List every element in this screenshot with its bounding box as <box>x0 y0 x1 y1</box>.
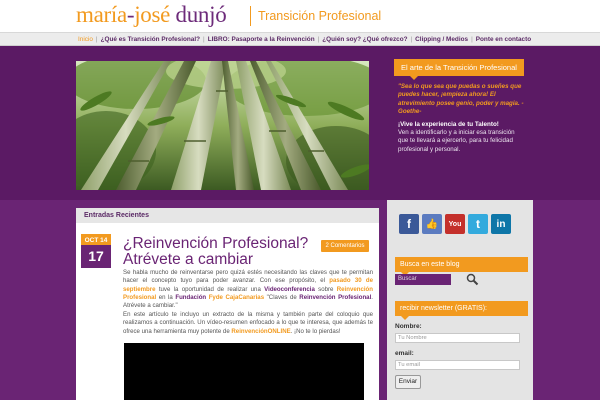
site-logo[interactable]: maría-josé dunjó <box>76 2 227 28</box>
post-date-day: 17 <box>81 245 111 268</box>
para1-fundacion: Fundación <box>175 293 207 301</box>
nav-item-inicio[interactable]: Inicio <box>76 36 95 43</box>
main-nav: Inicio | ¿Qué es Transición Profesional?… <box>0 32 600 46</box>
post-date-badge: OCT 14 17 <box>81 234 111 268</box>
sidebar: f 👍 You t in <box>387 200 533 400</box>
logo-divider <box>250 6 251 26</box>
logo-part-maria: maría <box>76 2 127 27</box>
social-links: f 👍 You t in <box>399 214 511 234</box>
site-header: maría-josé dunjó Transición Profesional <box>0 0 600 32</box>
name-field[interactable]: Tu Nombre <box>395 333 520 343</box>
para2-text: . ¡No te lo pierdas! <box>290 327 341 335</box>
search-input[interactable]: Buscar <box>395 274 451 285</box>
para1-text: en la <box>156 293 176 301</box>
facebook-icon[interactable]: f <box>399 214 419 234</box>
logo-part-jose: josé <box>134 2 171 27</box>
send-button[interactable]: Enviar <box>395 375 421 389</box>
reinvencion-online-link[interactable]: ReinvenciónONLINE <box>231 328 290 335</box>
nav-item-quien-soy[interactable]: ¿Quién soy? ¿Qué ofrezco? <box>320 36 409 43</box>
twitter-icon[interactable]: t <box>468 214 488 234</box>
nav-item-libro[interactable]: LIBRO: Pasaporte a la Reinvención <box>206 36 317 43</box>
recent-entries-bar: Entradas Recientes <box>76 208 379 223</box>
para1-videoconference: Videoconferencia <box>264 285 315 293</box>
hero-bamboo-image <box>76 61 369 190</box>
nav-item-clipping[interactable]: Clipping / Medios <box>413 36 470 43</box>
recent-entries-title: Entradas Recientes <box>84 212 149 219</box>
search-widget-title: Busca en este blog <box>395 257 528 276</box>
para1-text: "Claves de <box>264 293 300 301</box>
comments-button[interactable]: 2 Comentarios <box>321 240 369 252</box>
youtube-icon[interactable]: You <box>445 214 465 234</box>
like-icon[interactable]: 👍 <box>422 214 442 234</box>
post-date-month: OCT 14 <box>84 237 108 244</box>
para1-text: sobre <box>314 285 337 293</box>
tagline-box: El arte de la Transición Profesional "Se… <box>394 59 524 190</box>
nav-item-transicion[interactable]: ¿Qué es Transición Profesional? <box>99 36 202 43</box>
nav-item-contacto[interactable]: Ponte en contacto <box>474 36 533 43</box>
goethe-quote: "Sea lo que sea que puedas o sueñes que … <box>398 83 524 115</box>
search-icon[interactable] <box>466 273 479 286</box>
side-box-title: El arte de la Transición Profesional <box>394 59 524 80</box>
embedded-video[interactable] <box>124 343 364 400</box>
site-tagline: Transición Profesional <box>258 9 382 23</box>
talent-text: Ven a identificarlo y a iniciar esa tran… <box>398 129 515 153</box>
para1-fyde-link[interactable]: Fyde CajaCanarias <box>209 294 264 301</box>
para1-reinvencion: Reinvención Profesional <box>299 293 372 301</box>
email-label: email: <box>395 350 414 357</box>
newsletter-widget-title: recibir newsletter (GRATIS): <box>395 301 528 320</box>
bamboo-illustration <box>76 61 369 190</box>
main-content: Entradas Recientes OCT 14 17 ¿Reinvenció… <box>76 208 379 400</box>
post-paragraph-1: Se habla mucho de reinventarse pero quiz… <box>123 269 373 310</box>
post-paragraph-2: En este artículo te incluyo un extracto … <box>123 311 373 336</box>
talent-heading: ¡Vive la experiencia de tu Talento! <box>398 121 499 128</box>
para1-text: tuve la oportunidad de realizar una <box>155 285 265 293</box>
logo-part-dunjo: dunjó <box>175 2 227 27</box>
name-label: Nombre: <box>395 323 422 330</box>
linkedin-icon[interactable]: in <box>491 214 511 234</box>
post-title-link[interactable]: ¿Reinvención Profesional? Atrévete a cam… <box>123 236 313 268</box>
email-field[interactable]: Tu email <box>395 360 520 370</box>
